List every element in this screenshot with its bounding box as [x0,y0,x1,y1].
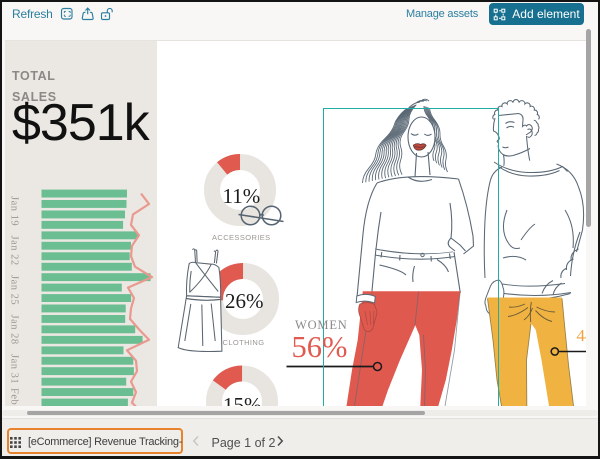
svg-text:Jan 19: Jan 19 [9,196,20,226]
svg-text:Jan 31: Jan 31 [9,354,20,384]
svg-text:Jan 28: Jan 28 [9,315,20,345]
svg-text:Feb 03: Feb 03 [9,388,20,406]
svg-text:Jan 25: Jan 25 [9,275,20,305]
svg-text:Jan 22: Jan 22 [9,236,20,266]
svg-text:44%: 44% [577,326,587,345]
